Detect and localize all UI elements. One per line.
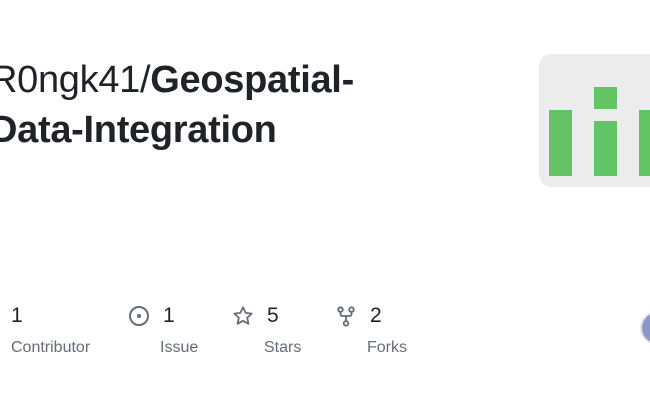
repo-name-line1[interactable]: Geospatial- (150, 59, 354, 101)
repo-stats: 1 Contributor 1 Issue 5 Stars 2 Forks (0, 300, 650, 370)
stat-contributors[interactable]: 1 Contributor (11, 300, 90, 357)
stat-label: Issue (160, 339, 199, 356)
logo-bar (639, 110, 650, 176)
logo-bar (594, 121, 617, 176)
stat-stars[interactable]: 5 Stars (231, 300, 301, 357)
stat-label: Stars (264, 339, 302, 356)
stat-value: 5 (267, 304, 279, 327)
stat-value: 2 (370, 304, 382, 327)
star-icon (231, 304, 255, 328)
stat-value: 1 (11, 304, 23, 327)
repo-owner[interactable]: R0ngk41/ (0, 59, 151, 101)
repo-title[interactable]: R0ngk41/Geospatial- Data-Integration (0, 55, 470, 155)
stat-issues[interactable]: 1 Issue (127, 300, 198, 357)
logo-bar (594, 87, 617, 109)
stat-label: Forks (367, 339, 407, 356)
repo-logo (539, 54, 650, 187)
stat-forks[interactable]: 2 Forks (334, 300, 407, 357)
fork-icon (334, 304, 358, 328)
stat-value: 1 (163, 304, 175, 327)
logo-bar (549, 110, 572, 176)
issue-icon (127, 304, 151, 328)
repo-name-line2[interactable]: Data-Integration (0, 109, 277, 151)
stat-label: Contributor (11, 339, 91, 356)
repo-social-card: R0ngk41/Geospatial- Data-Integration 1 C… (0, 0, 650, 400)
